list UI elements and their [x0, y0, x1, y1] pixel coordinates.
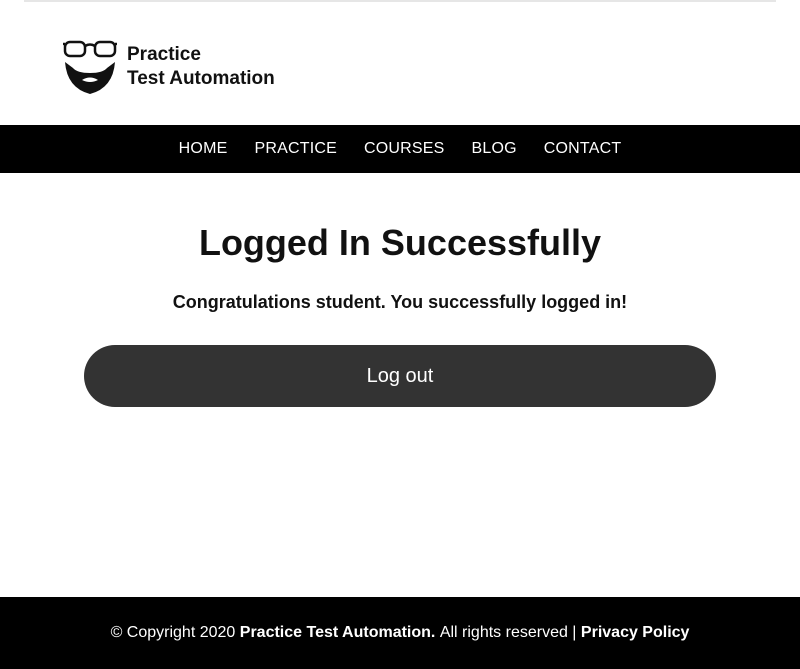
nav-item-contact[interactable]: CONTACT — [544, 125, 622, 173]
logout-button[interactable]: Log out — [84, 345, 716, 407]
site-logo-link[interactable]: Practice Test Automation — [63, 38, 275, 96]
copyright-text: © Copyright 2020 — [110, 624, 236, 641]
page-title: Logged In Successfully — [198, 222, 602, 263]
site-logo-text: Practice Test Automation — [127, 43, 275, 91]
glasses-beard-logo-icon — [63, 38, 119, 96]
rights-text: All rights reserved | — [439, 624, 577, 641]
footer-company-name: Practice Test Automation. — [239, 624, 436, 641]
nav-item-practice[interactable]: PRACTICE — [254, 125, 337, 173]
page: Practice Test Automation HOME PRACTICE C… — [0, 0, 800, 669]
nav-item-courses[interactable]: COURSES — [364, 125, 445, 173]
nav-item-blog[interactable]: BLOG — [472, 125, 517, 173]
site-header: Practice Test Automation — [0, 2, 800, 125]
main-content: Logged In Successfully Congratulations s… — [0, 173, 800, 597]
privacy-policy-link[interactable]: Privacy Policy — [581, 624, 690, 642]
brand-line-2: Test Automation — [127, 68, 275, 89]
success-message: Congratulations student. You successfull… — [172, 292, 628, 312]
nav-item-home[interactable]: HOME — [179, 125, 228, 173]
main-nav: HOME PRACTICE COURSES BLOG CONTACT — [0, 125, 800, 173]
brand-line-1: Practice — [127, 44, 201, 65]
site-footer: © Copyright 2020 Practice Test Automatio… — [0, 597, 800, 669]
